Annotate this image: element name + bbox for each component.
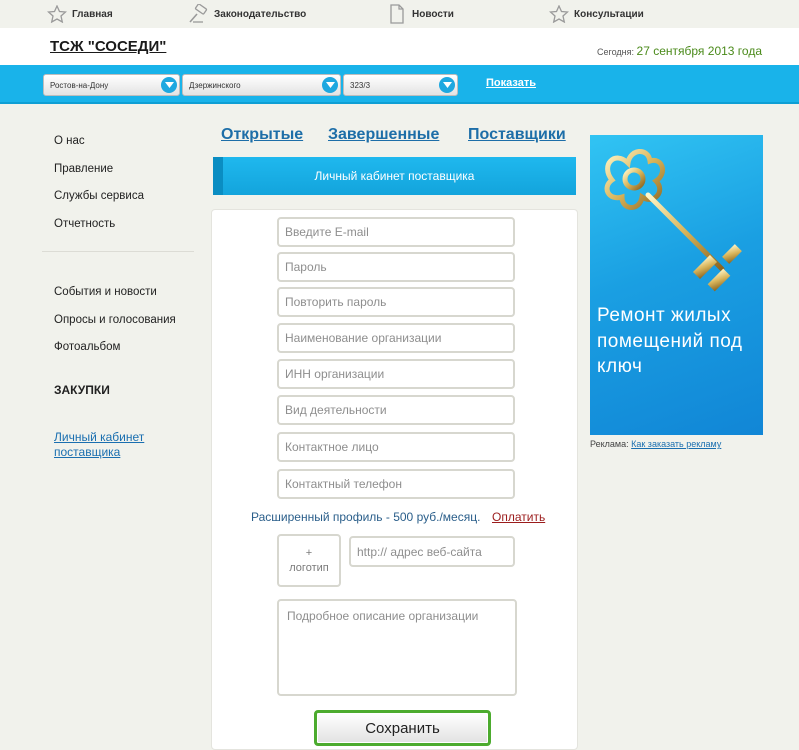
plus-icon: + <box>305 546 313 559</box>
save-button[interactable]: Сохранить <box>314 710 491 746</box>
nav-news-label: Новости <box>412 8 454 20</box>
chevron-down-icon <box>439 77 455 93</box>
nav-legislation[interactable]: Законодательство <box>188 3 306 25</box>
contact-person-field[interactable] <box>277 432 515 462</box>
password-field[interactable] <box>277 252 515 282</box>
nav-home-label: Главная <box>72 8 113 20</box>
sidebar-item-reports[interactable]: Отчетность <box>54 218 115 230</box>
sidebar-item-supplier-cabinet[interactable]: Личный кабинет поставщика <box>54 430 184 460</box>
sidebar-item-polls[interactable]: Опросы и голосования <box>54 314 176 326</box>
house-select[interactable]: 323/3 <box>343 74 458 96</box>
star-icon <box>46 4 68 24</box>
logo-upload-label: логотип <box>289 561 329 574</box>
sidebar-item-about[interactable]: О нас <box>54 135 85 147</box>
top-navigation: Главная Законодательство Новости Консуль… <box>0 0 799 28</box>
extended-profile-text: Расширенный профиль - 500 руб./месяц. <box>251 510 481 524</box>
gavel-icon <box>188 4 210 24</box>
nav-home[interactable]: Главная <box>46 3 113 25</box>
nav-consultations-label: Консультации <box>574 8 644 20</box>
nav-legislation-label: Законодательство <box>214 8 307 20</box>
website-field[interactable] <box>349 536 515 567</box>
sidebar-divider <box>42 251 194 252</box>
sidebar-item-board[interactable]: Правление <box>54 163 113 175</box>
sidebar-heading-purchases: ЗАКУПКИ <box>54 383 110 397</box>
description-field[interactable] <box>277 599 517 696</box>
key-icon <box>604 149 742 292</box>
chevron-down-icon <box>161 77 177 93</box>
show-link[interactable]: Показать <box>486 77 536 89</box>
email-field[interactable] <box>277 217 515 247</box>
inn-field[interactable] <box>277 359 515 389</box>
contact-phone-field[interactable] <box>277 469 515 499</box>
district-select-value: Дзержинского <box>189 80 241 90</box>
title-bar: ТСЖ "СОСЕДИ" Сегодня: 27 сентября 2013 г… <box>0 28 799 65</box>
chevron-down-icon <box>322 77 338 93</box>
tab-open[interactable]: Открытые <box>221 126 303 144</box>
ad-text: Ремонт жилых помещений под ключ <box>597 305 743 377</box>
today-value: 27 сентября 2013 года <box>636 44 762 58</box>
logo-upload-button[interactable]: + логотип <box>277 534 341 587</box>
today-date: Сегодня: 27 сентября 2013 года <box>597 44 762 58</box>
ad-caption-label: Реклама: <box>590 439 629 449</box>
star-icon <box>548 4 570 24</box>
site-title[interactable]: ТСЖ "СОСЕДИ" <box>50 38 166 55</box>
city-select[interactable]: Ростов-на-Дону <box>43 74 180 96</box>
order-ad-link[interactable]: Как заказать рекламу <box>631 439 721 449</box>
cabinet-header: Личный кабинет поставщика <box>213 157 576 195</box>
today-label: Сегодня: <box>597 47 635 57</box>
pay-link[interactable]: Оплатить <box>492 510 545 524</box>
document-icon <box>386 4 408 24</box>
org-name-field[interactable] <box>277 323 515 353</box>
nav-news[interactable]: Новости <box>386 3 454 25</box>
tab-completed[interactable]: Завершенные <box>328 126 439 144</box>
sidebar-item-events[interactable]: События и новости <box>54 286 157 298</box>
city-select-value: Ростов-на-Дону <box>50 80 109 90</box>
tab-suppliers[interactable]: Поставщики <box>468 126 566 144</box>
sidebar-item-services[interactable]: Службы сервиса <box>54 190 144 202</box>
ad-banner[interactable]: Ремонт жилых помещений под ключ <box>590 135 763 435</box>
district-select[interactable]: Дзержинского <box>182 74 341 96</box>
house-select-value: 323/3 <box>350 80 371 90</box>
filter-bar: Ростов-на-Дону Дзержинского 323/3 Показа… <box>0 65 799 104</box>
nav-consultations[interactable]: Консультации <box>548 3 644 25</box>
activity-field[interactable] <box>277 395 515 425</box>
repeat-password-field[interactable] <box>277 287 515 317</box>
cabinet-header-title: Личный кабинет поставщика <box>314 169 475 183</box>
sidebar-item-photos[interactable]: Фотоальбом <box>54 341 120 353</box>
ad-caption: Реклама: Как заказать рекламу <box>590 439 721 449</box>
